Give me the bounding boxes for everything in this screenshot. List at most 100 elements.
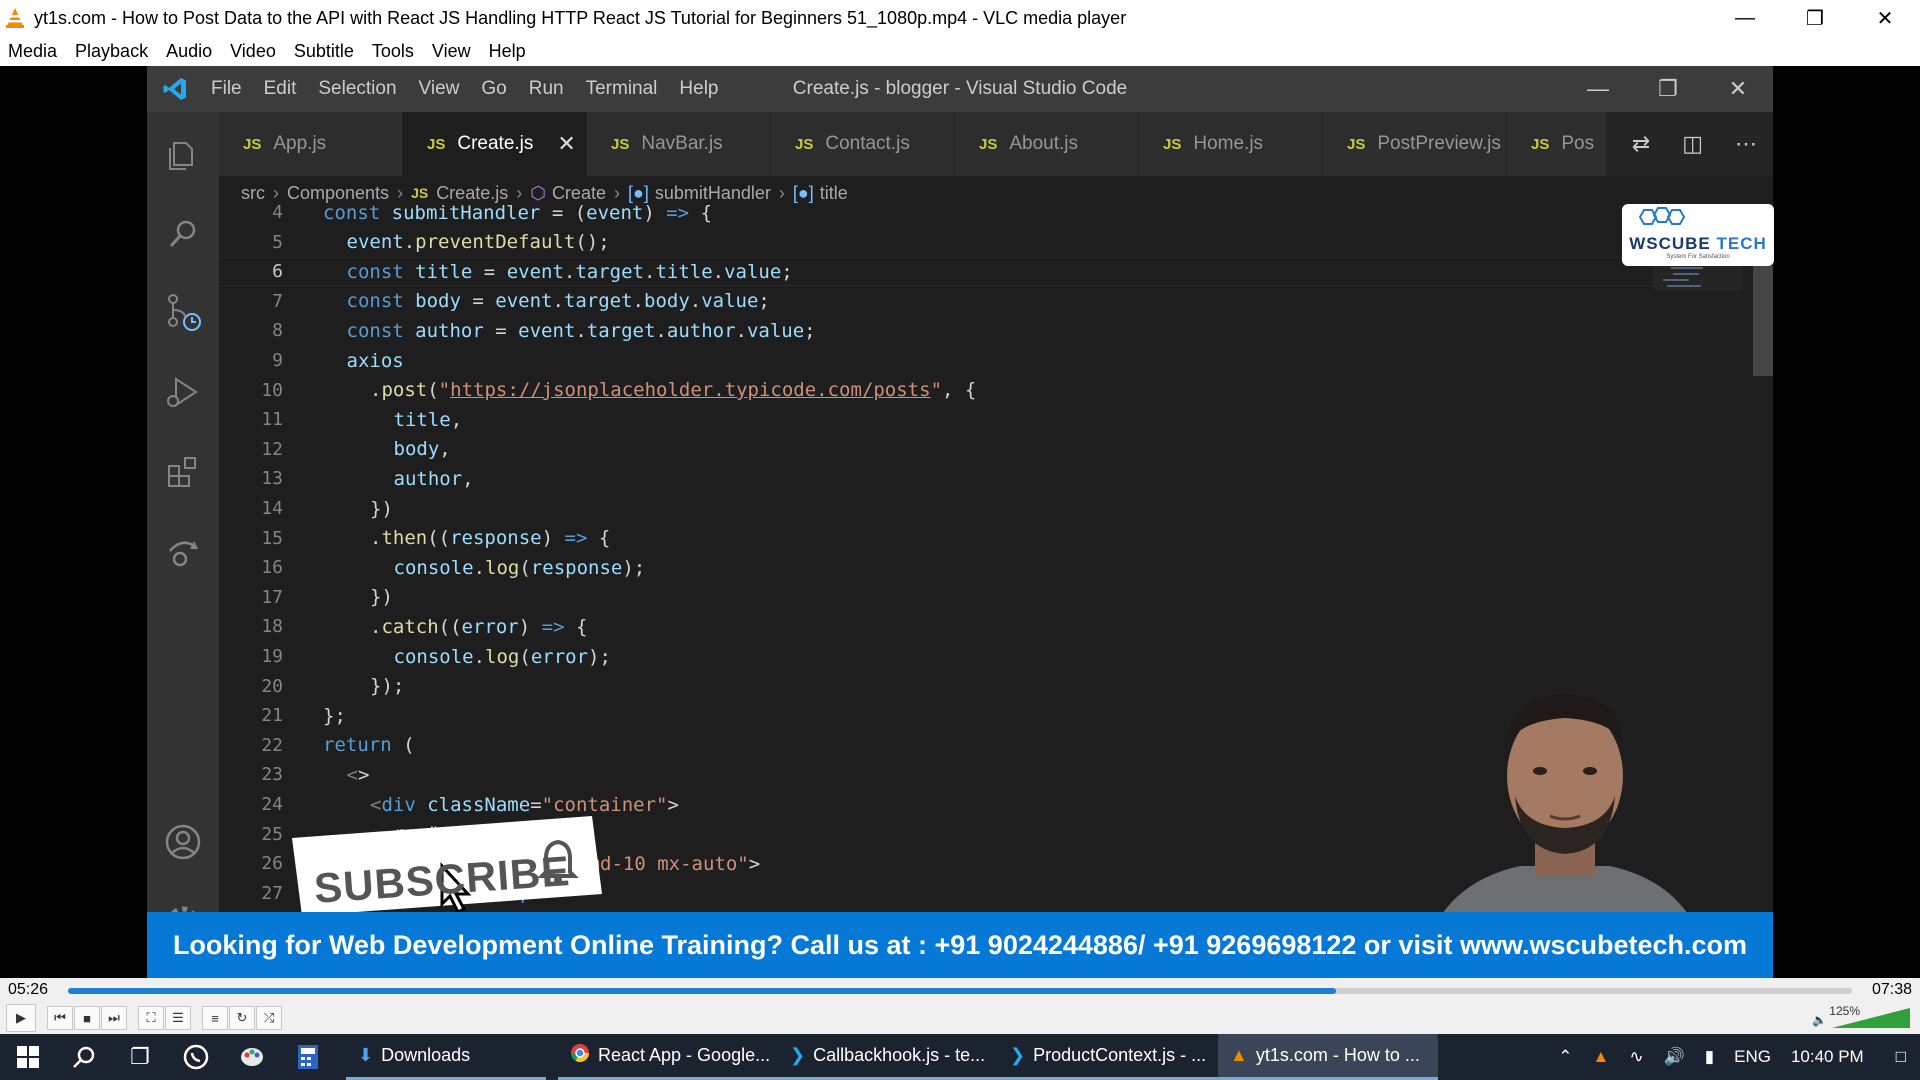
code-line[interactable]: 13 author,	[219, 464, 1659, 493]
vlc-tray-icon[interactable]: ▲	[1593, 1047, 1610, 1067]
tab-contact-js[interactable]: JS Contact.js	[771, 112, 955, 176]
vs-menu-go[interactable]: Go	[481, 78, 506, 100]
more-actions-icon[interactable]: ⋯	[1735, 131, 1757, 157]
line-number: 24	[261, 794, 283, 815]
code-line[interactable]: 12 body,	[219, 435, 1659, 464]
speaker-icon[interactable]: 🔊	[1664, 1047, 1685, 1067]
paint-app-icon[interactable]	[224, 1034, 280, 1080]
taskbar-app-vscode-2[interactable]: ❯ ProductContext.js - ...	[998, 1034, 1218, 1080]
code-text: console.log(error);	[393, 645, 611, 668]
shuffle-button[interactable]: ⤮	[256, 1006, 282, 1030]
search-icon[interactable]	[147, 204, 219, 264]
code-line[interactable]: 10 .post("https://jsonplaceholder.typicod…	[219, 376, 1659, 405]
menu-subtitle[interactable]: Subtitle	[294, 41, 354, 62]
clock[interactable]: 10:40 PM	[1791, 1047, 1864, 1067]
seek-bar[interactable]	[68, 988, 1852, 994]
line-number: 20	[261, 675, 283, 697]
playlist-button[interactable]: ≡	[202, 1006, 228, 1030]
wifi-icon[interactable]: ∿	[1629, 1047, 1643, 1067]
battery-icon[interactable]: ▮	[1705, 1047, 1714, 1067]
vs-menu-help[interactable]: Help	[679, 78, 718, 100]
seek-progress	[68, 988, 1337, 994]
menu-audio[interactable]: Audio	[166, 41, 212, 62]
code-line[interactable]: 4 const submitHandler = (event) => {	[219, 198, 1659, 227]
extensions-icon[interactable]	[147, 442, 219, 502]
code-line[interactable]: 6 const title = event.target.title.value;	[219, 257, 1659, 287]
menu-playback[interactable]: Playback	[75, 41, 148, 62]
chevron-up-icon[interactable]: ⌃	[1558, 1047, 1572, 1067]
line-number: 21	[261, 705, 283, 727]
taskbar-app-label: ProductContext.js - ...	[1033, 1045, 1207, 1065]
whatsapp-icon[interactable]	[168, 1034, 224, 1080]
menu-media[interactable]: Media	[8, 41, 57, 62]
code-text: <div className="container">	[370, 793, 679, 816]
vs-menu-run[interactable]: Run	[529, 78, 564, 100]
menu-tools[interactable]: Tools	[372, 41, 414, 62]
previous-button[interactable]: ⏮	[47, 1006, 73, 1030]
code-line[interactable]: 16 console.log(response);	[219, 553, 1659, 582]
tab-create-js[interactable]: JS Create.js ✕	[403, 112, 587, 176]
remote-explorer-icon[interactable]	[147, 522, 219, 582]
vertical-scrollbar[interactable]	[1753, 266, 1773, 376]
vs-menu-view[interactable]: View	[419, 78, 460, 100]
minimize-button[interactable]: —	[1710, 0, 1780, 36]
code-line[interactable]: 19 console.log(error);	[219, 642, 1659, 671]
play-button[interactable]: ▶	[6, 1004, 36, 1032]
tab-postpreview-js[interactable]: JS PostPreview.js	[1323, 112, 1507, 176]
menu-help[interactable]: Help	[489, 41, 526, 62]
tab-navbar-js[interactable]: JS NavBar.js	[587, 112, 771, 176]
code-line[interactable]: 8 const author = event.target.author.valu…	[219, 316, 1659, 345]
explorer-icon[interactable]	[147, 126, 219, 186]
taskbar-app-vscode-1[interactable]: ❯ Callbackhook.js - te...	[778, 1034, 998, 1080]
tab-app-js[interactable]: JS App.js	[219, 112, 403, 176]
video-area[interactable]: File Edit Selection View Go Run Terminal…	[0, 66, 1920, 978]
vs-restore-button[interactable]: ❐	[1633, 66, 1703, 112]
open-changes-icon[interactable]: ⇄	[1632, 131, 1650, 157]
vs-minimize-button[interactable]: —	[1563, 66, 1633, 112]
fullscreen-button[interactable]: ⛶	[138, 1006, 164, 1030]
code-line[interactable]: 14})	[219, 494, 1659, 523]
stop-button[interactable]: ■	[74, 1006, 100, 1030]
code-line[interactable]: 5 event.preventDefault();	[219, 228, 1659, 257]
taskbar-app-label: Callbackhook.js - te...	[813, 1045, 986, 1065]
split-editor-icon[interactable]: ◫	[1682, 131, 1703, 157]
next-button[interactable]: ⏭	[101, 1006, 127, 1030]
task-view-icon[interactable]: ❐	[112, 1034, 168, 1080]
vs-menu-terminal[interactable]: Terminal	[586, 78, 658, 100]
vs-menu-file[interactable]: File	[211, 78, 242, 100]
code-line[interactable]: 7 const body = event.target.body.value;	[219, 287, 1659, 316]
taskbar-search-icon[interactable]	[56, 1034, 112, 1080]
source-control-icon[interactable]	[147, 282, 219, 342]
taskbar-app-vlc[interactable]: ▲ yt1s.com - How to ...	[1218, 1034, 1438, 1080]
language-indicator[interactable]: ENG	[1734, 1047, 1771, 1067]
speaker-icon[interactable]: 🔈	[1812, 1013, 1827, 1027]
tab-about-js[interactable]: JS About.js	[955, 112, 1139, 176]
accounts-icon[interactable]	[147, 812, 219, 872]
menu-video[interactable]: Video	[230, 41, 276, 62]
taskbar-app-chrome[interactable]: React App - Google...	[558, 1034, 778, 1080]
restore-button[interactable]: ❐	[1780, 0, 1850, 36]
loop-button[interactable]: ↻	[229, 1006, 255, 1030]
code-line[interactable]: 15 .then((response) => {	[219, 524, 1659, 553]
tab-home-js[interactable]: JS Home.js	[1139, 112, 1323, 176]
calculator-icon[interactable]	[280, 1034, 336, 1080]
notification-icon[interactable]: □	[1896, 1047, 1906, 1067]
windows-start-icon[interactable]	[0, 1034, 56, 1080]
code-line[interactable]: 18 .catch((error) => {	[219, 612, 1659, 641]
menu-view[interactable]: View	[432, 41, 471, 62]
code-line[interactable]: 9 axios	[219, 346, 1659, 375]
close-button[interactable]: ✕	[1850, 0, 1920, 36]
vs-menu-selection[interactable]: Selection	[318, 78, 396, 100]
volume-slider[interactable]: 🔈	[1812, 1004, 1912, 1030]
vlc-menu-bar: Media Playback Audio Video Subtitle Tool…	[0, 36, 1920, 66]
run-debug-icon[interactable]	[147, 362, 219, 422]
line-number: 23	[261, 764, 283, 786]
tab-close-icon[interactable]: ✕	[557, 131, 575, 157]
extended-settings-button[interactable]: ☰	[165, 1006, 191, 1030]
vs-menu-edit[interactable]: Edit	[264, 78, 297, 100]
taskbar-app-downloads[interactable]: ⬇ Downloads	[346, 1034, 546, 1080]
code-line[interactable]: 17})	[219, 583, 1659, 612]
code-line[interactable]: 11 title,	[219, 405, 1659, 434]
tab-actions: ⇄ ◫ ⋯	[1605, 112, 1773, 176]
vs-close-button[interactable]: ✕	[1703, 66, 1773, 112]
